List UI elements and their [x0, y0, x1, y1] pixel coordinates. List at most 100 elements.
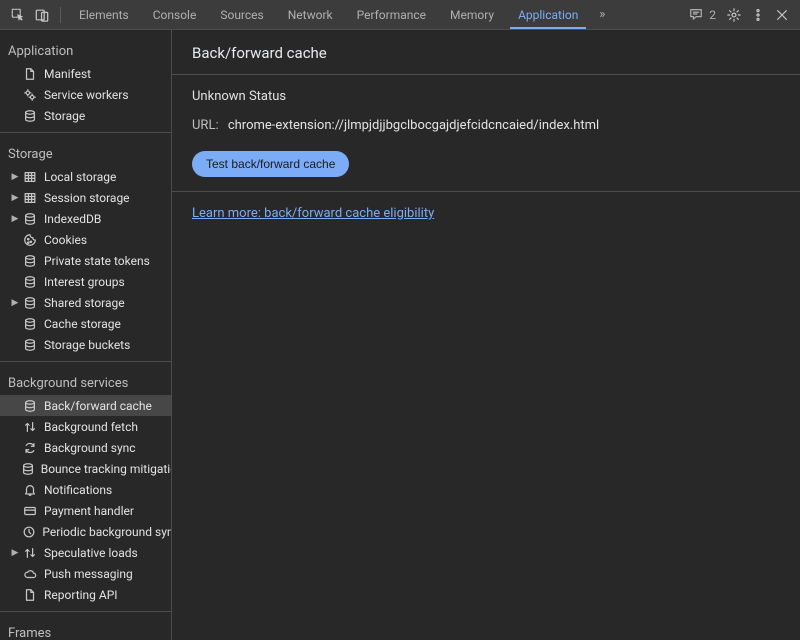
sidebar-item-bounce-tracking-mitigations[interactable]: ▶Bounce tracking mitigations: [0, 458, 171, 479]
sidebar-item-indexeddb[interactable]: ▶ IndexedDB: [0, 208, 171, 229]
sync-icon: [22, 440, 38, 456]
sidebar-item-manifest[interactable]: ▶Manifest: [0, 63, 171, 84]
db-icon: [22, 337, 38, 353]
sidebar-item-reporting-api[interactable]: ▶Reporting API: [0, 584, 171, 605]
sidebar-item-label: Interest groups: [44, 275, 125, 289]
db-icon: [22, 398, 38, 414]
db-icon: [22, 295, 38, 311]
sidebar-item-label: Back/forward cache: [44, 399, 152, 413]
tab-console[interactable]: Console: [141, 0, 209, 29]
device-toolbar-icon[interactable]: [30, 3, 54, 27]
disclosure-triangle-icon[interactable]: ▶: [10, 298, 20, 308]
sidebar-item-speculative-loads[interactable]: ▶ Speculative loads: [0, 542, 171, 563]
disclosure-triangle-icon[interactable]: ▶: [10, 214, 20, 224]
db-icon: [22, 108, 38, 124]
settings-gear-icon[interactable]: [722, 3, 746, 27]
tab-network[interactable]: Network: [276, 0, 345, 29]
sidebar-section-header: Application: [0, 36, 171, 63]
disclosure-triangle-icon[interactable]: ▶: [10, 548, 20, 558]
tab-elements[interactable]: Elements: [67, 0, 141, 29]
sidebar-item-label: Local storage: [44, 170, 116, 184]
sidebar-item-label: Reporting API: [44, 588, 118, 602]
tab-memory[interactable]: Memory: [438, 0, 506, 29]
clock-icon: [21, 524, 36, 540]
sidebar-item-label: Cookies: [44, 233, 87, 247]
sidebar-item-label: Storage: [44, 109, 85, 123]
sidebar-separator: [0, 611, 171, 612]
sidebar-item-private-state-tokens[interactable]: ▶Private state tokens: [0, 250, 171, 271]
gears-icon: [22, 87, 38, 103]
sidebar-item-background-fetch[interactable]: ▶Background fetch: [0, 416, 171, 437]
sidebar-item-back-forward-cache[interactable]: ▶Back/forward cache: [0, 395, 171, 416]
sidebar-item-cookies[interactable]: ▶Cookies: [0, 229, 171, 250]
sidebar-item-label: Cache storage: [44, 317, 121, 331]
panel-tabs: ElementsConsoleSourcesNetworkPerformance…: [67, 0, 590, 29]
sidebar-item-local-storage[interactable]: ▶ Local storage: [0, 166, 171, 187]
sidebar-item-label: Service workers: [44, 88, 129, 102]
sidebar-separator: [0, 132, 171, 133]
sidebar-item-label: Shared storage: [44, 296, 125, 310]
db-icon: [22, 253, 38, 269]
sidebar-section-header: Storage: [0, 139, 171, 166]
cookie-icon: [22, 232, 38, 248]
sidebar-item-cache-storage[interactable]: ▶Cache storage: [0, 313, 171, 334]
sidebar-item-storage-buckets[interactable]: ▶Storage buckets: [0, 334, 171, 355]
tabbar-divider: [60, 7, 61, 23]
inspect-icon[interactable]: [6, 3, 30, 27]
more-options-icon[interactable]: [746, 3, 770, 27]
test-bfcache-button[interactable]: Test back/forward cache: [192, 151, 349, 177]
message-count-value: 2: [709, 8, 716, 22]
tab-application[interactable]: Application: [506, 0, 590, 29]
sidebar-item-storage[interactable]: ▶Storage: [0, 105, 171, 126]
updown-icon: [22, 419, 38, 435]
updown-icon: [22, 545, 38, 561]
grid-icon: [22, 190, 38, 206]
bell-icon: [22, 482, 38, 498]
devtools-tabbar: ElementsConsoleSourcesNetworkPerformance…: [0, 0, 800, 30]
sidebar-item-label: Private state tokens: [44, 254, 150, 268]
close-devtools-icon[interactable]: [770, 3, 794, 27]
sidebar-item-label: Storage buckets: [44, 338, 130, 352]
sidebar-item-service-workers[interactable]: ▶Service workers: [0, 84, 171, 105]
sidebar-item-label: IndexedDB: [44, 212, 101, 226]
file-icon: [22, 587, 38, 603]
sidebar-item-label: Periodic background sync: [42, 525, 171, 539]
sidebar-item-label: Bounce tracking mitigations: [41, 462, 171, 476]
status-text: Unknown Status: [192, 89, 780, 104]
sidebar-item-label: Session storage: [44, 191, 130, 205]
tab-performance[interactable]: Performance: [345, 0, 438, 29]
sidebar-item-interest-groups[interactable]: ▶Interest groups: [0, 271, 171, 292]
grid-icon: [22, 169, 38, 185]
sidebar-item-notifications[interactable]: ▶Notifications: [0, 479, 171, 500]
cloud-icon: [22, 566, 38, 582]
overflow-tabs-button[interactable]: »: [590, 3, 614, 27]
card-icon: [22, 503, 38, 519]
url-value: chrome-extension://jlmpjdjjbgclbocgajdje…: [228, 118, 599, 133]
sidebar-item-push-messaging[interactable]: ▶Push messaging: [0, 563, 171, 584]
sidebar-separator: [0, 361, 171, 362]
learn-more-link[interactable]: Learn more: back/forward cache eligibili…: [192, 206, 434, 221]
sidebar-section-header: Background services: [0, 368, 171, 395]
sidebar-item-label: Speculative loads: [44, 546, 138, 560]
db-icon: [22, 274, 38, 290]
sidebar-item-background-sync[interactable]: ▶Background sync: [0, 437, 171, 458]
sidebar-item-label: Notifications: [44, 483, 112, 497]
url-line: URL: chrome-extension://jlmpjdjjbgclbocg…: [192, 118, 780, 133]
url-label: URL:: [192, 118, 219, 133]
console-message-count[interactable]: 2: [683, 7, 722, 23]
sidebar-item-payment-handler[interactable]: ▶Payment handler: [0, 500, 171, 521]
sidebar-item-shared-storage[interactable]: ▶ Shared storage: [0, 292, 171, 313]
sidebar-item-session-storage[interactable]: ▶ Session storage: [0, 187, 171, 208]
sidebar-section-header: Frames: [0, 618, 171, 640]
db-icon: [22, 211, 38, 227]
disclosure-triangle-icon[interactable]: ▶: [10, 172, 20, 182]
disclosure-triangle-icon[interactable]: ▶: [10, 193, 20, 203]
sidebar-item-label: Background fetch: [44, 420, 138, 434]
sidebar-item-label: Background sync: [44, 441, 136, 455]
tab-sources[interactable]: Sources: [208, 0, 275, 29]
sidebar-item-periodic-background-sync[interactable]: ▶Periodic background sync: [0, 521, 171, 542]
content-pane: Back/forward cache Unknown Status URL: c…: [172, 30, 800, 640]
file-icon: [22, 66, 38, 82]
sidebar-item-label: Push messaging: [44, 567, 133, 581]
db-icon: [21, 461, 35, 477]
